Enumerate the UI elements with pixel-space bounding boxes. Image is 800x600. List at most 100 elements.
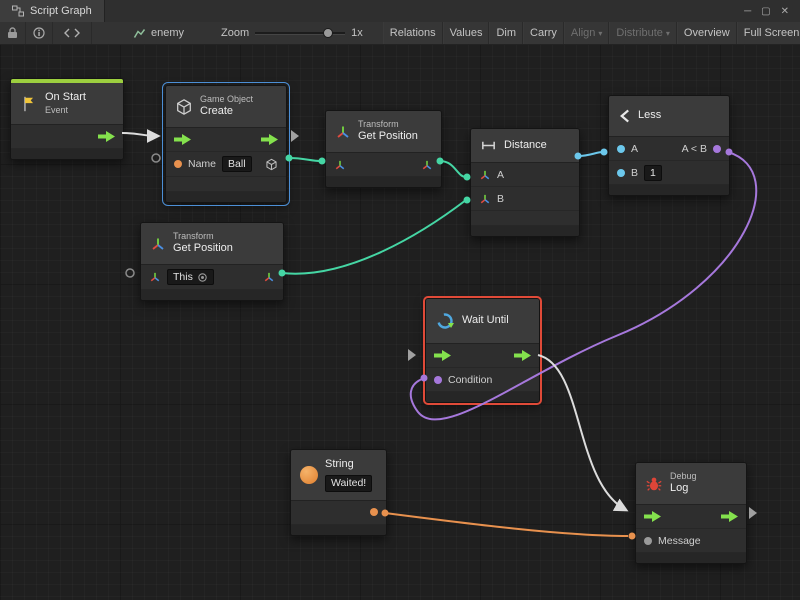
lock-button[interactable] <box>0 22 26 44</box>
unconnected-flow-output-triangle[interactable] <box>749 507 757 519</box>
unconnected-flow-input-triangle[interactable] <box>408 349 416 361</box>
node-wait-until[interactable]: Wait Until Condition <box>425 298 540 403</box>
node-footer <box>326 177 441 187</box>
minimize-button[interactable]: ─ <box>741 6 754 17</box>
string-output-port[interactable] <box>370 508 378 516</box>
maximize-button[interactable]: ▢ <box>758 6 773 17</box>
graph-canvas[interactable]: On Start Event Game Object Create <box>0 44 800 600</box>
message-input-port[interactable] <box>644 537 652 545</box>
port-a-row: A <box>471 163 579 187</box>
port-a-label: A <box>497 169 504 181</box>
node-header[interactable]: Transform Get Position <box>141 223 283 265</box>
flow-input-port[interactable] <box>434 350 451 361</box>
unconnected-flow-output-triangle[interactable] <box>291 130 299 142</box>
node-title: String <box>325 458 372 472</box>
wire-vector-getposition-distance-b <box>282 200 466 274</box>
message-label: Message <box>658 535 701 547</box>
node-header[interactable]: Debug Log <box>636 463 746 505</box>
node-less[interactable]: Less A A < B B 1 <box>608 95 730 196</box>
dim-button[interactable]: Dim <box>489 22 523 44</box>
node-create-game-object[interactable]: Game Object Create Name Ball <box>165 85 287 203</box>
node-header[interactable]: Wait Until <box>426 299 539 344</box>
flow-input-port[interactable] <box>644 511 661 522</box>
node-header[interactable]: String Waited! <box>291 450 386 501</box>
transform-input-port[interactable] <box>149 271 161 283</box>
node-header[interactable]: On Start Event <box>11 83 123 125</box>
flow-output-port[interactable] <box>261 134 278 145</box>
wire-string-string-log <box>385 513 628 536</box>
tab-script-graph[interactable]: Script Graph <box>0 0 105 22</box>
vector-input-port-a[interactable] <box>479 169 491 181</box>
flag-icon <box>20 95 38 113</box>
string-input-port[interactable] <box>174 160 182 168</box>
zoom-slider[interactable] <box>255 28 345 38</box>
port-b-label: B <box>497 193 504 205</box>
b-value-field[interactable]: 1 <box>644 165 662 181</box>
target-object-field[interactable]: This <box>167 269 214 285</box>
number-input-port-a[interactable] <box>617 145 625 153</box>
name-value-field[interactable]: Ball <box>222 156 252 172</box>
node-title: Less <box>638 109 661 123</box>
number-input-port-b[interactable] <box>617 169 625 177</box>
port-a-row: A A < B <box>609 137 729 161</box>
node-title: Distance <box>504 139 547 153</box>
flow-ports-row <box>426 344 539 368</box>
graph-reference[interactable]: enemy <box>126 22 191 44</box>
transform-input-port[interactable] <box>334 159 346 171</box>
values-button[interactable]: Values <box>443 22 490 44</box>
node-header[interactable]: Distance <box>471 129 579 163</box>
info-button[interactable] <box>26 22 53 44</box>
comparison-output-label: A < B <box>682 143 707 155</box>
node-on-start[interactable]: On Start Event <box>10 78 124 160</box>
close-button[interactable]: ✕ <box>778 6 792 17</box>
port-b-row: B <box>471 187 579 211</box>
lock-icon <box>7 27 18 39</box>
full-screen-button[interactable]: Full Screen <box>737 22 800 44</box>
wire-flow-onstart-create <box>122 133 158 136</box>
align-dropdown[interactable]: Align ▾ <box>564 22 609 44</box>
relations-button[interactable]: Relations <box>383 22 443 44</box>
node-debug-log[interactable]: Debug Log Message <box>635 462 747 564</box>
flow-ports-row <box>166 128 286 152</box>
overview-button[interactable]: Overview <box>677 22 737 44</box>
vector-output-port[interactable] <box>421 159 433 171</box>
carry-button[interactable]: Carry <box>523 22 564 44</box>
node-category: Debug <box>670 471 697 482</box>
vector-output-port[interactable] <box>263 271 275 283</box>
game-object-output-port[interactable] <box>265 158 278 171</box>
bool-output-port[interactable] <box>713 145 721 153</box>
node-header[interactable]: Transform Get Position <box>326 111 441 153</box>
wire-object-create-getposition <box>289 158 321 161</box>
flow-output-port[interactable] <box>98 131 115 142</box>
output-port-row <box>291 501 386 525</box>
distribute-dropdown[interactable]: Distribute ▾ <box>609 22 676 44</box>
node-category: Transform <box>358 119 418 130</box>
node-distance[interactable]: Distance A B <box>470 128 580 237</box>
bug-icon <box>645 475 663 493</box>
transform-axes-icon <box>335 124 351 140</box>
node-header[interactable]: Less <box>609 96 729 137</box>
object-picker-icon[interactable] <box>197 272 208 283</box>
flow-input-port[interactable] <box>174 134 191 145</box>
chevron-down-icon: ▾ <box>598 29 602 38</box>
bool-input-port[interactable] <box>434 376 442 384</box>
vector-input-port-b[interactable] <box>479 193 491 205</box>
flow-output-port[interactable] <box>514 350 531 361</box>
node-header[interactable]: Game Object Create <box>166 86 286 128</box>
node-string-literal[interactable]: String Waited! <box>290 449 387 536</box>
node-footer <box>11 149 123 159</box>
node-get-position-left[interactable]: Transform Get Position This <box>140 222 284 301</box>
chevron-down-icon: ▾ <box>666 29 670 38</box>
unconnected-port-ring[interactable] <box>126 269 134 277</box>
unconnected-port-ring[interactable] <box>152 154 160 162</box>
graph-asset-icon <box>133 28 146 39</box>
window-controls: ─ ▢ ✕ <box>741 0 800 22</box>
zoom-value: 1x <box>351 27 363 39</box>
node-footer <box>471 226 579 236</box>
node-get-position-top[interactable]: Transform Get Position <box>325 110 442 188</box>
node-footer <box>141 290 283 300</box>
string-value-field[interactable]: Waited! <box>325 475 372 492</box>
zoom-slider-handle[interactable] <box>323 28 333 38</box>
flow-output-port[interactable] <box>721 511 738 522</box>
code-view-button[interactable] <box>53 22 92 44</box>
